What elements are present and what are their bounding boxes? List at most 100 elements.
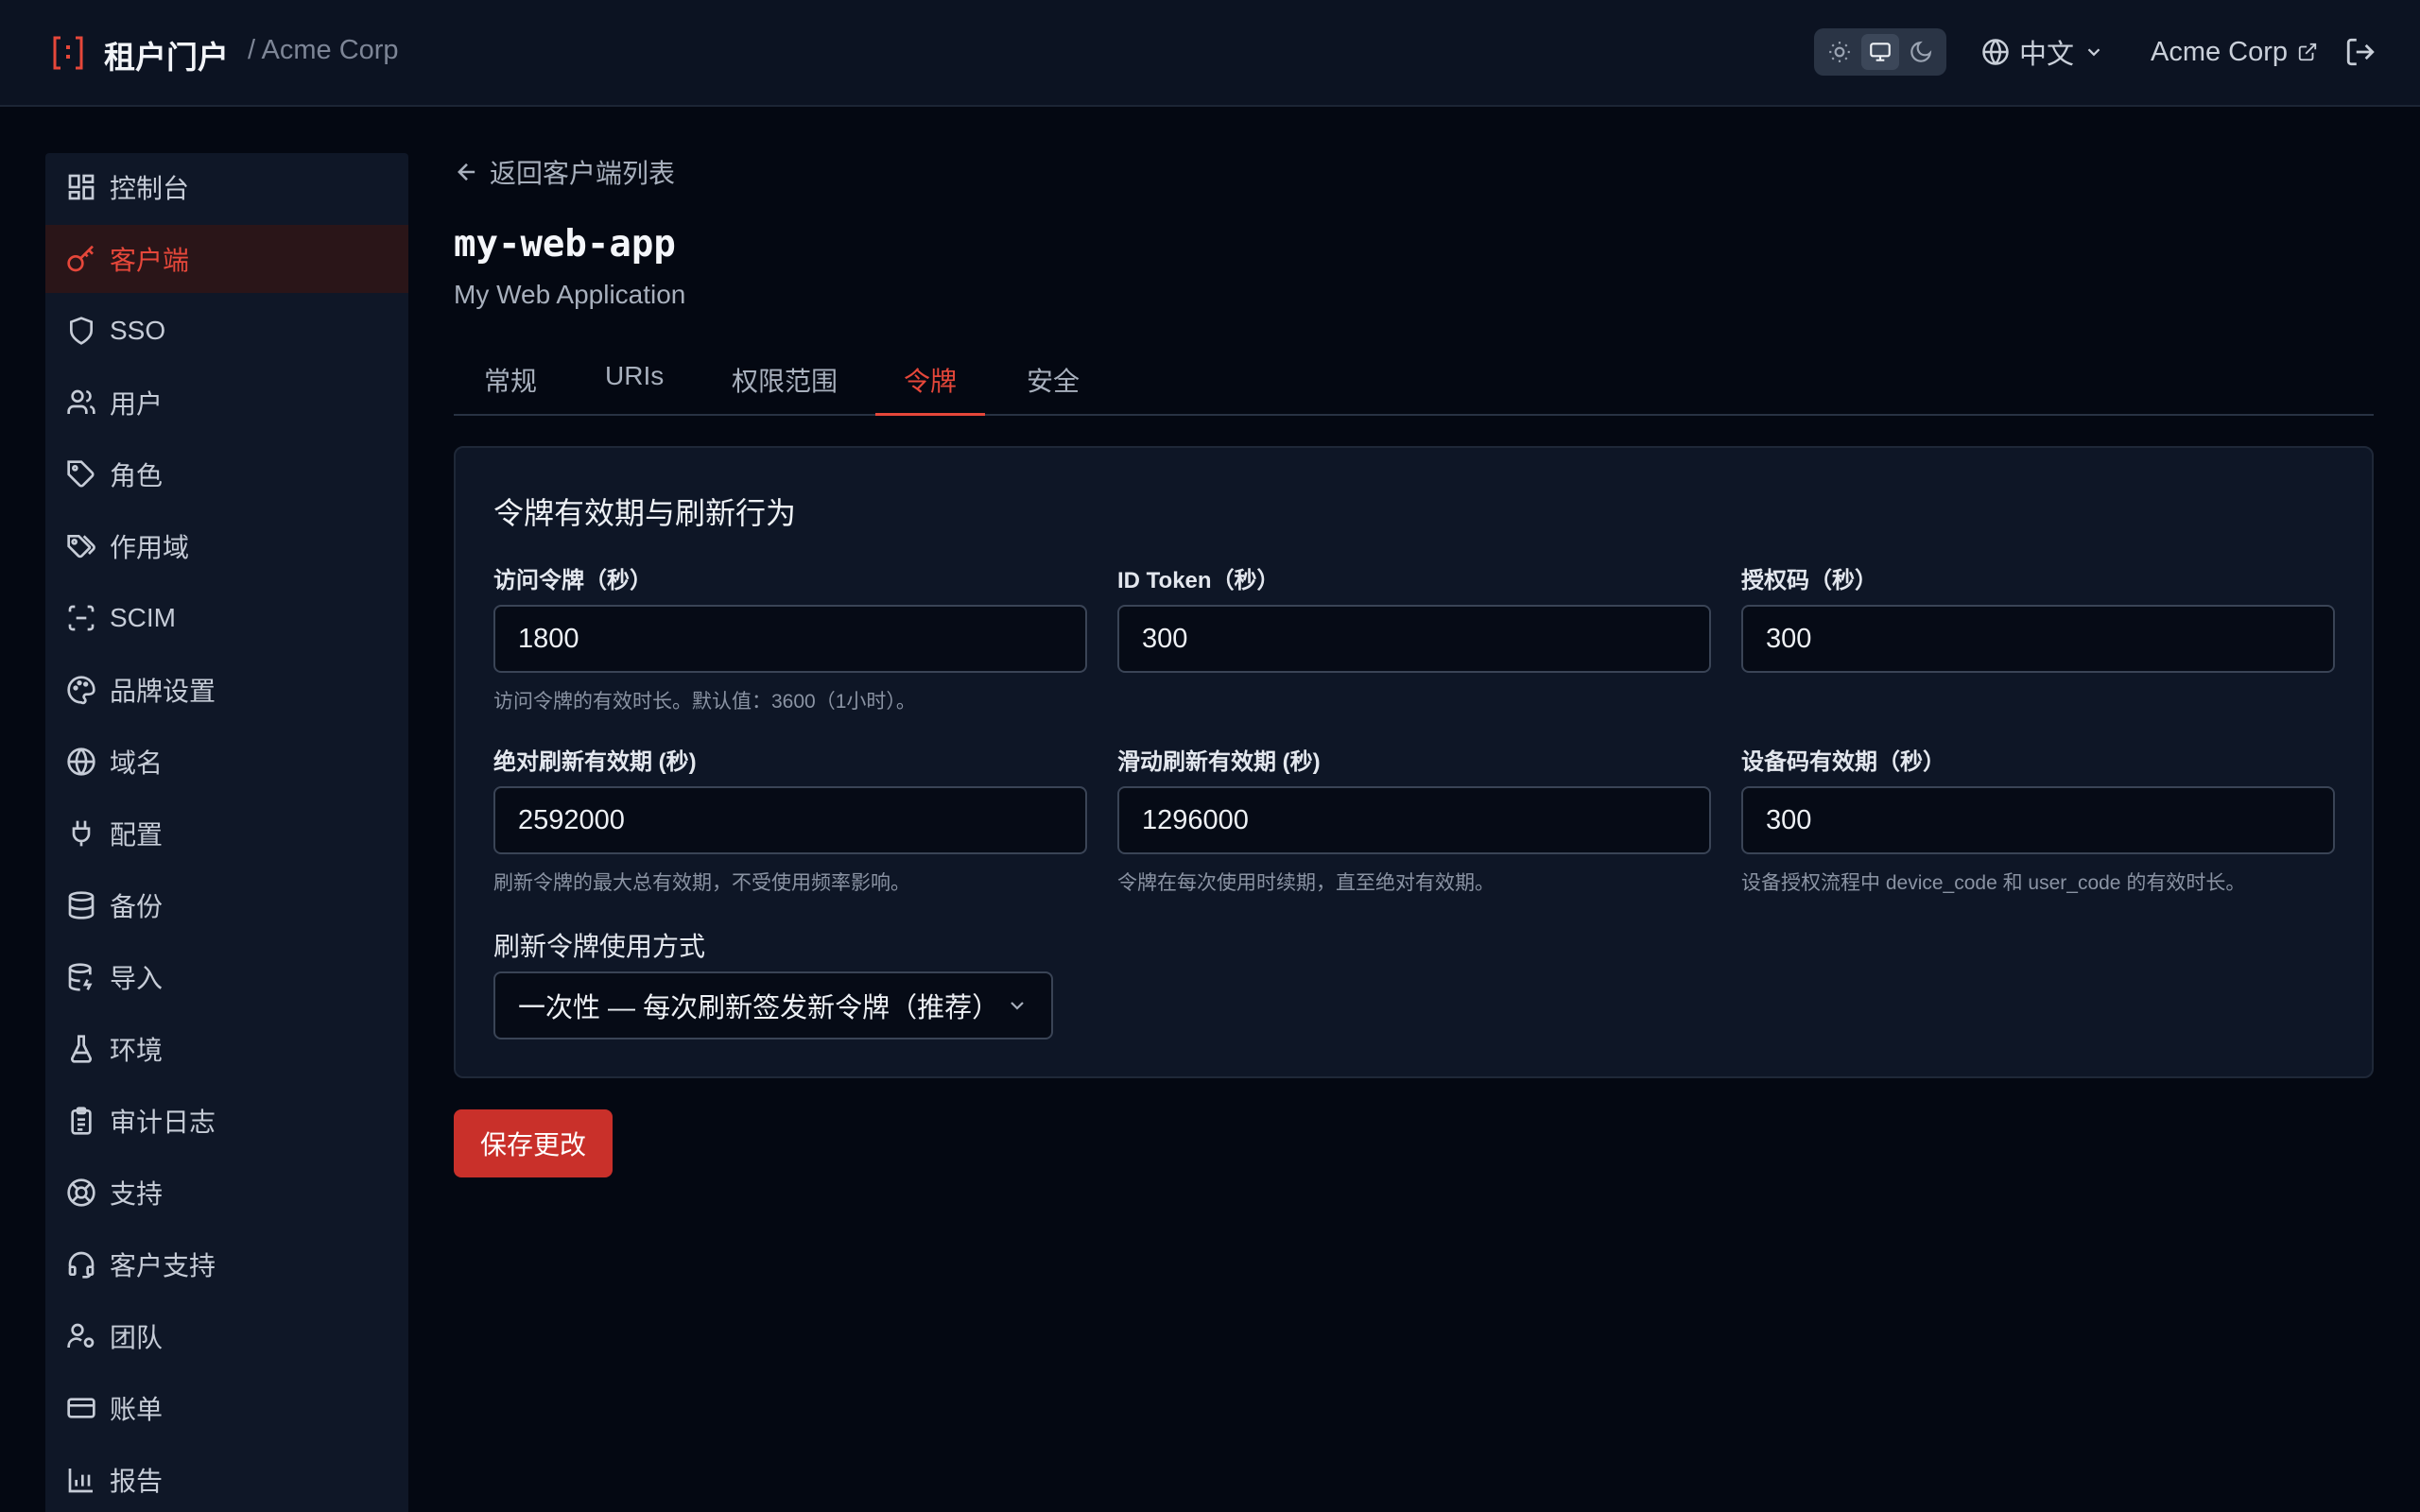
sidebar-item-audit-log[interactable]: 审计日志: [45, 1087, 408, 1155]
theme-dark-button[interactable]: [1902, 34, 1940, 70]
device-code-label: 设备码有效期（秒）: [1741, 749, 1945, 775]
sidebar: 控制台 客户端 SSO 用户 角色 作用域 SCIM 品牌设置 域名 配置 备份: [45, 153, 408, 1512]
sidebar-item-label: 品牌设置: [110, 677, 216, 706]
sidebar-item-label: SCIM: [110, 603, 176, 632]
sidebar-item-clients[interactable]: 客户端: [45, 225, 408, 293]
flask-icon: [70, 1035, 93, 1063]
auth-code-input[interactable]: 300: [1741, 605, 2335, 673]
sidebar-item-sso[interactable]: SSO: [45, 297, 408, 365]
theme-system-button[interactable]: [1860, 34, 1899, 70]
sidebar-item-branding[interactable]: 品牌设置: [45, 656, 408, 724]
absolute-refresh-hint: 刷新令牌的最大总有效期，不受使用频率影响。: [493, 872, 910, 894]
external-link-icon: [2298, 43, 2317, 61]
sidebar-item-label: 导入: [110, 964, 164, 993]
save-changes-button[interactable]: 保存更改: [454, 1109, 613, 1177]
chevron-down-icon: [1011, 1002, 1024, 1010]
client-name-subtitle: My Web Application: [454, 280, 686, 309]
credit-card-icon: [67, 1398, 95, 1418]
sidebar-item-scim[interactable]: SCIM: [45, 584, 408, 652]
sidebar-item-support[interactable]: 支持: [45, 1159, 408, 1227]
auth-code-label: 授权码（秒）: [1741, 568, 1877, 593]
sidebar-item-label: 支持: [110, 1179, 164, 1209]
sidebar-item-users[interactable]: 用户: [45, 369, 408, 437]
sliding-refresh-label: 滑动刷新有效期 (秒): [1117, 749, 1321, 775]
sidebar-item-label: 客户支持: [110, 1251, 216, 1280]
device-code-input[interactable]: 300: [1741, 786, 2335, 854]
headset-icon: [68, 1251, 95, 1279]
sidebar-item-label: 控制台: [110, 174, 190, 203]
logout-icon[interactable]: [2344, 36, 2377, 68]
tab-general[interactable]: 常规: [484, 361, 537, 416]
plug-icon: [72, 820, 91, 847]
sidebar-item-label: 团队: [110, 1323, 164, 1352]
sliding-refresh-input[interactable]: 1296000: [1117, 786, 1711, 854]
refresh-mode-label: 刷新令牌使用方式: [493, 932, 706, 961]
language-selector[interactable]: 中文: [1981, 30, 2104, 74]
back-to-clients-link[interactable]: 返回客户端列表: [454, 153, 675, 191]
lifebuoy-icon: [67, 1178, 95, 1207]
access-token-input[interactable]: 1800: [493, 605, 1087, 673]
id-token-label: ID Token（秒）: [1117, 568, 1280, 593]
sidebar-item-domains[interactable]: 域名: [45, 728, 408, 796]
sidebar-item-label: 报告: [110, 1467, 164, 1496]
sidebar-item-label: 备份: [110, 892, 164, 921]
theme-switcher: [1814, 28, 1946, 76]
sidebar-item-label: SSO: [110, 316, 166, 345]
sidebar-item-label: 作用域: [110, 533, 190, 562]
absolute-refresh-input[interactable]: 2592000: [493, 786, 1087, 854]
tab-security[interactable]: 安全: [1027, 361, 1080, 416]
sidebar-item-billing[interactable]: 账单: [45, 1374, 408, 1442]
sidebar-item-config[interactable]: 配置: [45, 799, 408, 868]
language-label: 中文: [2019, 40, 2075, 70]
brand-logo-icon: [53, 36, 83, 70]
sidebar-item-customer-support[interactable]: 客户支持: [45, 1230, 408, 1298]
brand-name[interactable]: 租户门户: [104, 32, 229, 77]
sidebar-item-team[interactable]: 团队: [45, 1302, 408, 1370]
user-gear-icon: [67, 1323, 95, 1348]
chevron-down-icon: [2087, 48, 2100, 57]
sidebar-item-label: 配置: [110, 820, 164, 850]
sidebar-item-dashboard[interactable]: 控制台: [45, 153, 408, 221]
sidebar-item-environment[interactable]: 环境: [45, 1015, 408, 1083]
globe-icon: [67, 747, 95, 776]
tenant-link-label: Acme Corp: [2151, 36, 2289, 67]
sidebar-item-label: 环境: [110, 1036, 164, 1065]
palette-icon: [67, 676, 95, 705]
moon-icon: [1910, 41, 1931, 62]
sidebar-item-label: 账单: [110, 1395, 164, 1424]
access-token-label: 访问令牌（秒）: [493, 568, 652, 593]
token-settings-card: 令牌有效期与刷新行为 访问令牌（秒） 1800 访问令牌的有效时长。默认值：36…: [454, 446, 2374, 1078]
arrow-left-icon: [458, 163, 475, 181]
client-tabs: 常规 URIs 权限范围 令牌 安全: [454, 352, 2374, 416]
shield-icon: [70, 317, 93, 345]
monitor-icon: [1870, 43, 1891, 61]
refresh-mode-select[interactable]: 一次性 — 每次刷新签发新令牌（推荐）: [493, 971, 1053, 1040]
sidebar-item-label: 角色: [110, 461, 164, 490]
scan-icon: [68, 605, 95, 631]
sidebar-item-scopes[interactable]: 作用域: [45, 512, 408, 580]
refresh-mode-value: 一次性 — 每次刷新签发新令牌（推荐）: [518, 993, 1000, 1023]
database-icon: [68, 891, 95, 919]
bar-chart-icon: [68, 1469, 93, 1493]
sidebar-item-label: 域名: [110, 748, 164, 778]
key-icon: [67, 245, 94, 272]
sidebar-item-import[interactable]: 导入: [45, 943, 408, 1011]
sidebar-item-label: 审计日志: [110, 1108, 216, 1137]
tab-tokens[interactable]: 令牌: [875, 361, 986, 416]
users-icon: [67, 389, 95, 414]
tab-uris[interactable]: URIs: [605, 361, 664, 416]
sidebar-item-label: 用户: [110, 389, 164, 419]
sidebar-item-reports[interactable]: 报告: [45, 1446, 408, 1512]
tab-scopes[interactable]: 权限范围: [732, 361, 838, 416]
tenant-breadcrumb: / Acme Corp: [248, 35, 399, 65]
sidebar-item-roles[interactable]: 角色: [45, 440, 408, 508]
client-id-title: my-web-app: [454, 223, 676, 266]
tenant-link[interactable]: Acme Corp: [2151, 30, 2318, 74]
sidebar-item-backup[interactable]: 备份: [45, 871, 408, 939]
theme-light-button[interactable]: [1821, 34, 1858, 70]
globe-icon: [1982, 39, 2009, 65]
absolute-refresh-label: 绝对刷新有效期 (秒): [493, 749, 697, 775]
id-token-input[interactable]: 300: [1117, 605, 1711, 673]
card-title: 令牌有效期与刷新行为: [493, 496, 797, 530]
tag-icon: [67, 460, 95, 488]
